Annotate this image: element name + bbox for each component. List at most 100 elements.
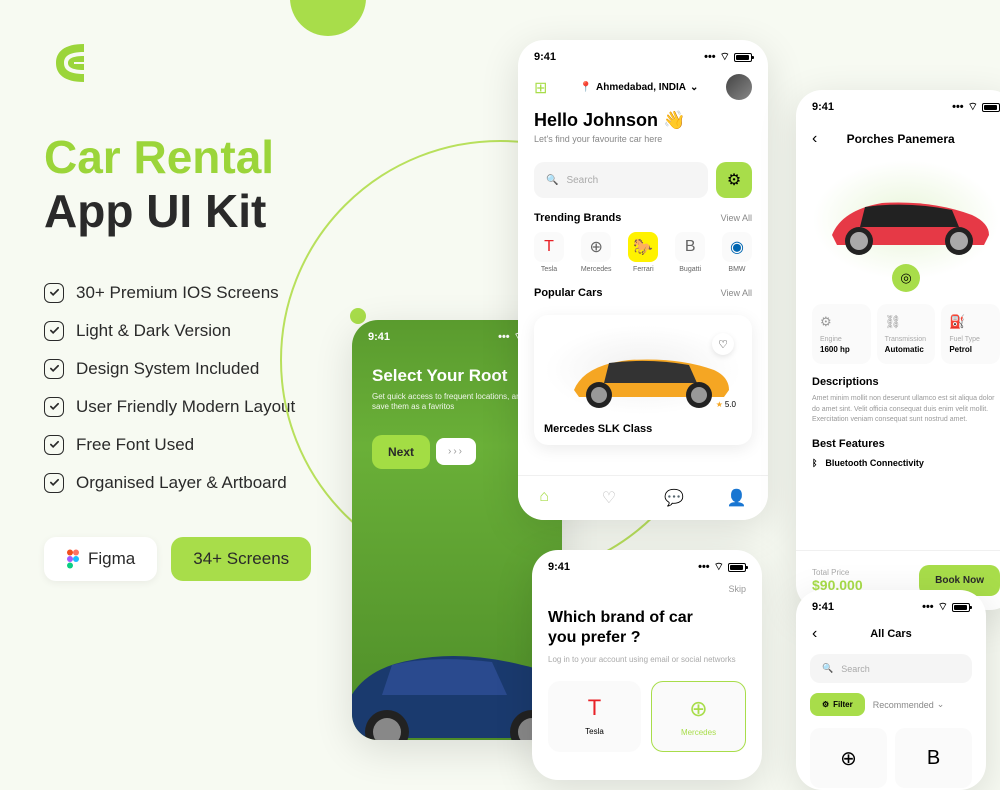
check-icon — [44, 283, 64, 303]
status-bar: 9:41 ••• ⌔ — [796, 590, 986, 624]
figma-icon — [66, 549, 80, 569]
back-button[interactable]: ‹ — [812, 625, 817, 643]
filter-button[interactable]: ⚙Filter — [810, 693, 865, 716]
car-name: Mercedes SLK Class — [544, 423, 742, 435]
price-label: Total Price — [812, 568, 863, 577]
status-bar: 9:41 •••⌔ — [532, 550, 762, 584]
sort-selector[interactable]: Recommended⌄ — [873, 699, 945, 710]
check-icon — [44, 321, 64, 341]
brand-tile[interactable]: B — [895, 728, 972, 788]
feature-text: Organised Layer & Artboard — [76, 473, 287, 493]
figma-label: Figma — [88, 549, 135, 569]
mercedes-icon: ⊕ — [581, 232, 611, 262]
ferrari-icon: 🐎 — [628, 232, 658, 262]
search-input[interactable]: 🔍Search — [810, 654, 972, 683]
spec-transmission: ⛓TransmissionAutomatic — [877, 304, 936, 364]
brand-option-mercedes[interactable]: ⊕Mercedes — [651, 681, 746, 752]
home-icon[interactable]: ⌂ — [539, 488, 559, 508]
decorative-dot — [350, 308, 366, 324]
signal-icon: ••• — [922, 601, 934, 613]
brand-item[interactable]: ◉BMW — [722, 232, 752, 273]
feature-text: Light & Dark Version — [76, 321, 231, 341]
spec-fuel: ⛽Fuel TypePetrol — [941, 304, 1000, 364]
brand-option-tesla[interactable]: TTesla — [548, 681, 641, 752]
signal-icon: ••• — [498, 331, 510, 343]
figma-badge: Figma — [44, 537, 157, 581]
page-title: Porches Panemera — [847, 132, 955, 146]
onboarding-subtitle: Get quick access to frequent locations, … — [372, 392, 542, 413]
battery-icon — [728, 563, 746, 572]
feature-text: User Friendly Modern Layout — [76, 397, 295, 417]
profile-icon[interactable]: 👤 — [727, 488, 747, 508]
chat-icon[interactable]: 💬 — [664, 488, 684, 508]
description-text: Amet minim mollit non deserunt ullamco e… — [812, 394, 1000, 426]
wifi-icon: ⌔ — [714, 560, 724, 574]
car-illustration — [559, 335, 739, 415]
next-button[interactable]: Next — [372, 435, 430, 469]
signal-icon: ••• — [952, 101, 964, 113]
decorative-dot — [290, 0, 366, 36]
car-card[interactable]: ♡ ★5.0 Mercedes SLK Class — [534, 315, 752, 445]
status-time: 9:41 — [548, 561, 570, 573]
rating: ★5.0 — [716, 400, 736, 409]
check-icon — [44, 473, 64, 493]
check-icon — [44, 359, 64, 379]
heart-icon[interactable]: ♡ — [602, 488, 622, 508]
feature-text: 30+ Premium IOS Screens — [76, 283, 279, 303]
car-hero: ◎ — [812, 160, 1000, 280]
bottom-nav: ⌂ ♡ 💬 👤 — [518, 475, 768, 520]
brand-item[interactable]: TTesla — [534, 232, 564, 273]
chevron-down-icon: ⌄ — [937, 699, 945, 710]
skip-button[interactable]: Skip — [532, 584, 762, 594]
pin-icon: 📍 — [580, 82, 592, 93]
bmw-icon: ◉ — [722, 232, 752, 262]
wifi-icon: ⌔ — [968, 100, 978, 114]
search-icon: 🔍 — [546, 175, 558, 186]
feature-text: Design System Included — [76, 359, 259, 379]
steering-button[interactable]: ◎ — [892, 264, 920, 292]
view-all-link[interactable]: View All — [721, 288, 752, 298]
status-time: 9:41 — [368, 331, 390, 343]
sliders-icon: ⚙ — [727, 170, 741, 190]
swipe-indicator[interactable]: ››› — [436, 438, 476, 465]
menu-icon[interactable]: ⊞ — [534, 78, 552, 96]
brand-logo — [44, 36, 98, 90]
spec-engine: ⚙Engine1600 hp — [812, 304, 871, 364]
search-icon: 🔍 — [822, 663, 833, 674]
signal-icon: ••• — [704, 51, 716, 63]
view-all-link[interactable]: View All — [721, 213, 752, 223]
brand-tile[interactable]: ⊕ — [810, 728, 887, 788]
brand-item[interactable]: ⊕Mercedes — [581, 232, 612, 273]
feature-text: Free Font Used — [76, 435, 194, 455]
wifi-icon: ⌔ — [720, 50, 730, 64]
location-selector[interactable]: 📍Ahmedabad, INDIA⌄ — [580, 82, 699, 93]
brand-preference-screen: 9:41 •••⌔ Skip Which brand of caryou pre… — [532, 550, 762, 780]
bluetooth-icon: ᛒ — [812, 458, 817, 468]
brand-item[interactable]: BBugatti — [675, 232, 705, 273]
status-bar: 9:41 •••⌔ — [518, 40, 768, 74]
battery-icon — [952, 603, 970, 612]
brand-item[interactable]: 🐎Ferrari — [628, 232, 658, 273]
greeting: Hello Johnson 👋 — [534, 110, 752, 131]
home-screen: 9:41 •••⌔ ⊞ 📍Ahmedabad, INDIA⌄ Hello Joh… — [518, 40, 768, 520]
avatar[interactable] — [726, 74, 752, 100]
chevron-down-icon: ⌄ — [690, 82, 698, 93]
section-title: Popular Cars — [534, 287, 602, 299]
feature-item: ᛒBluetooth Connectivity — [812, 458, 1000, 468]
battery-icon — [982, 103, 1000, 112]
transmission-icon: ⛓ — [885, 314, 928, 330]
search-input[interactable]: 🔍Search — [534, 162, 708, 198]
car-illustration: ELE TA8 — [352, 600, 562, 740]
fuel-icon: ⛽ — [949, 314, 992, 330]
status-bar: 9:41 •••⌔ — [796, 90, 1000, 124]
mercedes-icon: ⊕ — [660, 696, 737, 722]
section-title: Trending Brands — [534, 212, 621, 224]
status-time: 9:41 — [812, 601, 834, 613]
tesla-icon: T — [534, 232, 564, 262]
battery-icon — [734, 53, 752, 62]
check-icon — [44, 397, 64, 417]
back-button[interactable]: ‹ — [812, 130, 817, 148]
filter-icon: ⚙ — [822, 700, 829, 709]
wifi-icon: ⌔ — [938, 600, 948, 614]
filter-button[interactable]: ⚙ — [716, 162, 752, 198]
